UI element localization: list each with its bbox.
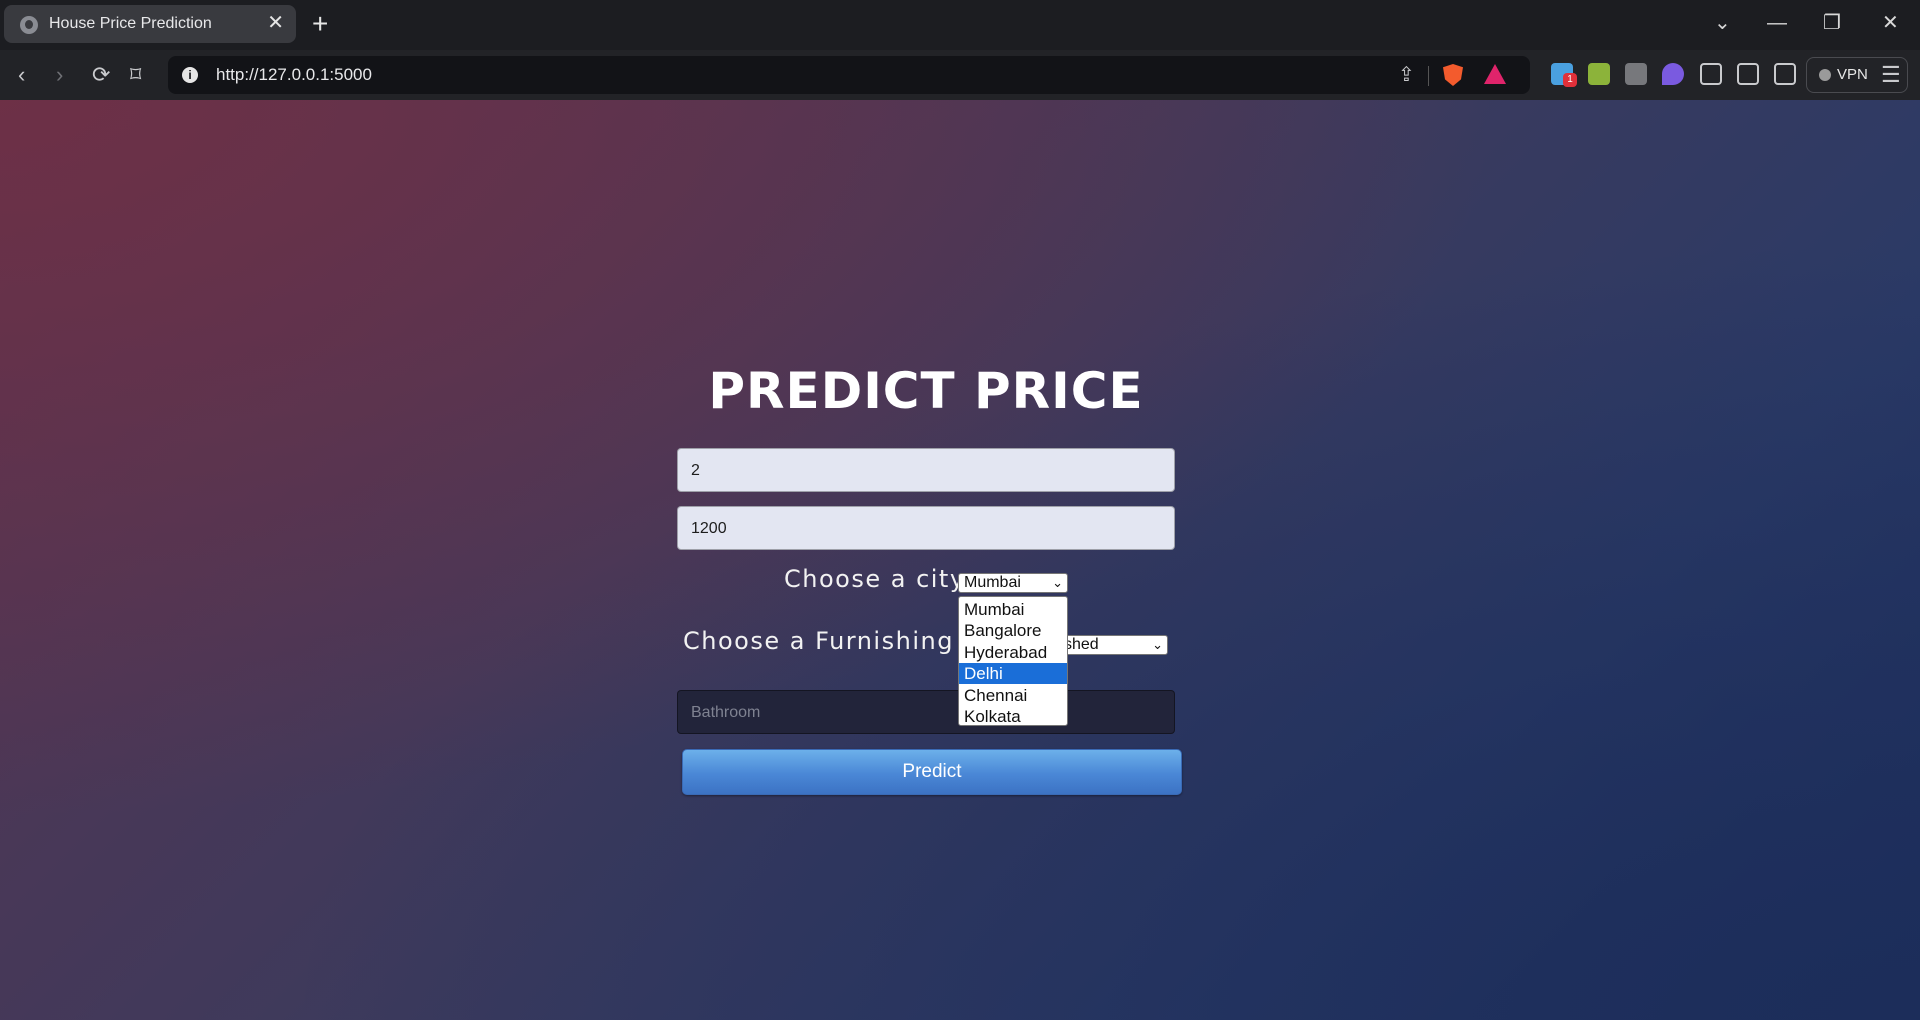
restore-button[interactable]: ❐ — [1823, 9, 1841, 37]
vpn-label: VPN — [1837, 66, 1868, 83]
reload-button[interactable]: ⟳ — [92, 62, 110, 88]
back-button[interactable]: ‹ — [18, 62, 25, 88]
furnishing-label: Choose a Furnishing St — [683, 627, 991, 655]
city-option-highlighted[interactable]: Delhi — [959, 663, 1067, 684]
chevron-down-icon: ⌄ — [1152, 637, 1163, 652]
browser-tab[interactable]: House Price Prediction ✕ — [4, 5, 296, 43]
tab-search-icon[interactable]: ⌄ — [1714, 9, 1731, 37]
page-body: PREDICT PRICE 2 1200 Choose a city: Mumb… — [0, 100, 1920, 1020]
close-window-button[interactable]: ✕ — [1882, 9, 1899, 37]
minimize-button[interactable]: — — [1767, 9, 1787, 37]
brave-shield-icon[interactable] — [1443, 64, 1463, 86]
city-option[interactable]: Kolkata — [959, 706, 1067, 727]
extension-badge: 1 — [1563, 73, 1577, 87]
vpn-status-icon — [1819, 69, 1831, 81]
extension-icon[interactable] — [1625, 63, 1647, 85]
wallet-icon[interactable] — [1774, 63, 1796, 85]
city-label: Choose a city: — [784, 565, 974, 593]
city-option[interactable]: Hyderabad — [959, 642, 1067, 663]
new-tab-button[interactable]: + — [312, 9, 328, 39]
city-option[interactable]: Chennai — [959, 685, 1067, 706]
extension-icon[interactable] — [1588, 63, 1610, 85]
close-tab-icon[interactable]: ✕ — [267, 12, 284, 34]
predict-button[interactable]: Predict — [682, 749, 1182, 795]
globe-icon — [20, 16, 38, 34]
chevron-down-icon: ⌄ — [1052, 575, 1063, 590]
area-input[interactable]: 1200 — [677, 506, 1175, 550]
tab-title: House Price Prediction — [49, 15, 212, 32]
extension-icon[interactable]: 1 — [1551, 63, 1577, 87]
url-text[interactable]: http://127.0.0.1:5000 — [216, 65, 372, 85]
forward-button[interactable]: › — [56, 62, 63, 88]
city-select-value: Mumbai — [964, 574, 1021, 591]
share-icon[interactable]: ⇪ — [1398, 62, 1415, 87]
furnishing-select[interactable]: shed ⌄ — [1058, 635, 1168, 655]
brave-rewards-icon[interactable] — [1484, 64, 1506, 84]
divider — [1428, 66, 1429, 86]
city-option[interactable]: Mumbai — [959, 599, 1067, 620]
page-title: PREDICT PRICE — [708, 362, 1144, 420]
site-info-icon[interactable]: i — [182, 67, 198, 83]
extension-icon[interactable] — [1662, 63, 1684, 85]
bookmark-button[interactable]: ⌑ — [130, 62, 141, 88]
browser-toolbar: ‹ › ⟳ ⌑ i http://127.0.0.1:5000 ⇪ 1 VPN … — [0, 50, 1920, 100]
menu-icon[interactable]: ☰ — [1881, 62, 1901, 88]
bhk-input[interactable]: 2 — [677, 448, 1175, 492]
tab-strip: House Price Prediction ✕ + ⌄ — ❐ ✕ — [0, 0, 1920, 50]
city-dropdown-list: Mumbai Bangalore Hyderabad Delhi Chennai… — [958, 596, 1068, 726]
bathroom-input[interactable]: Bathroom — [677, 690, 1175, 734]
city-select[interactable]: Mumbai ⌄ — [958, 573, 1068, 593]
puzzle-icon[interactable] — [1700, 63, 1722, 85]
address-bar[interactable]: i http://127.0.0.1:5000 ⇪ — [168, 56, 1530, 94]
city-option[interactable]: Bangalore — [959, 620, 1067, 641]
furnishing-select-value: shed — [1064, 636, 1099, 653]
sidebar-icon[interactable] — [1737, 63, 1759, 85]
